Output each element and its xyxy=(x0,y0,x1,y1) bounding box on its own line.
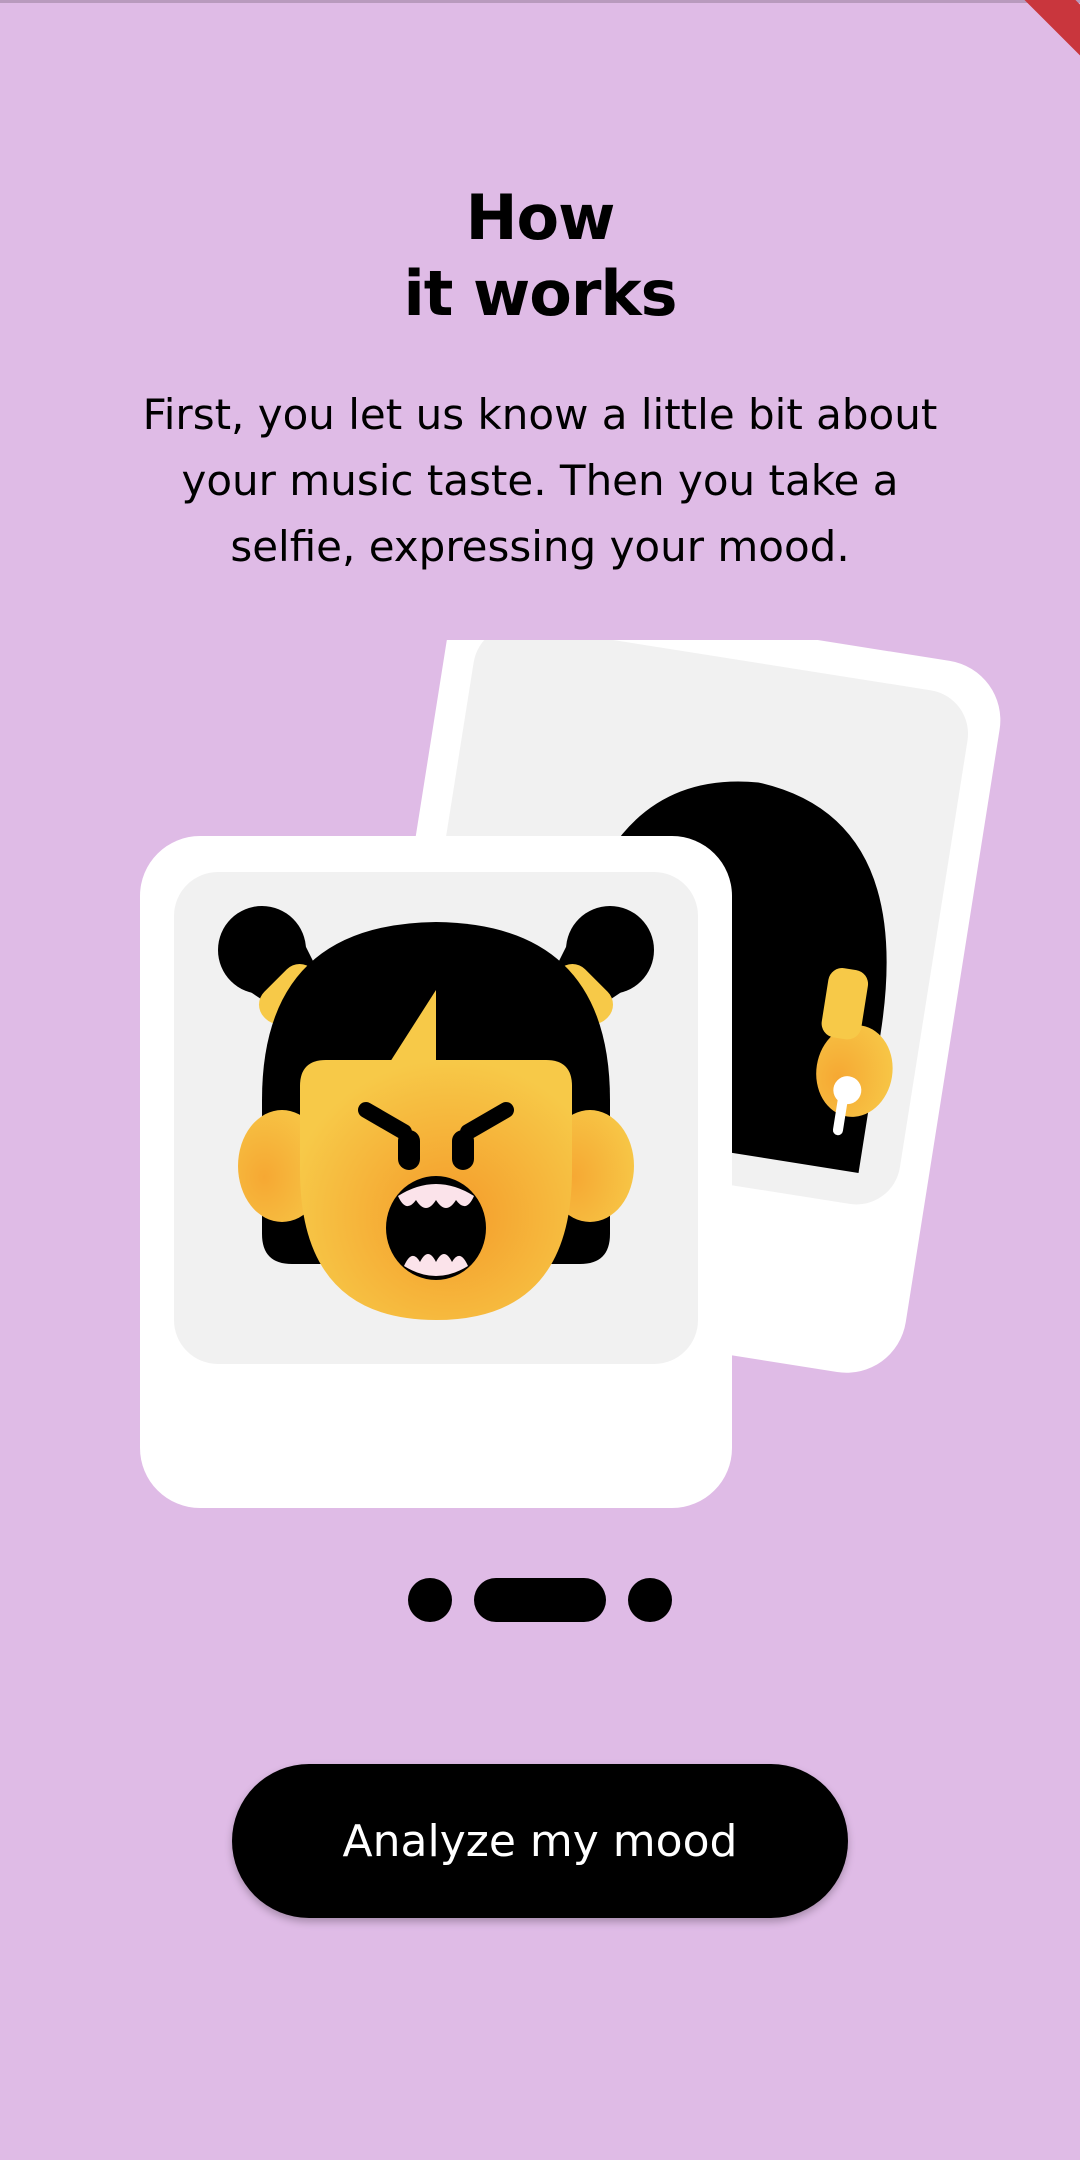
debug-banner xyxy=(1004,0,1080,66)
page-dot-1[interactable] xyxy=(408,1578,452,1622)
title-line-2: it works xyxy=(403,257,677,330)
analyze-mood-button[interactable]: Analyze my mood xyxy=(232,1764,848,1918)
page-indicator xyxy=(0,1578,1080,1622)
front-photo-card xyxy=(140,836,732,1508)
page-dot-3[interactable] xyxy=(628,1578,672,1622)
title-line-1: How xyxy=(465,181,616,254)
description-text: First, you let us know a little bit abou… xyxy=(142,390,938,571)
page-title: How it works xyxy=(0,180,1080,332)
page-dot-2-active[interactable] xyxy=(474,1578,606,1622)
status-bar-divider xyxy=(0,0,1080,3)
selfie-illustration xyxy=(0,591,1080,1520)
